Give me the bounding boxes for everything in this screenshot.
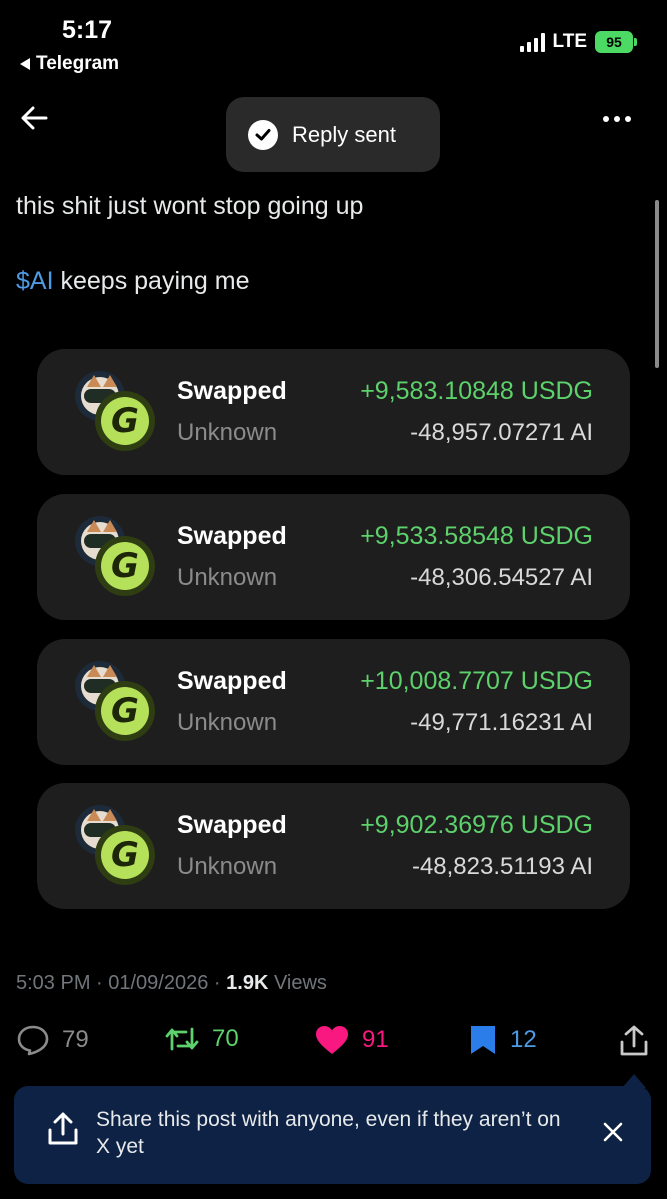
swap-amount-out: -49,771.16231 AI (410, 709, 593, 736)
swap-title: Swapped (177, 377, 287, 405)
post-timestamp[interactable]: 5:03 PM · 01/09/2026 · (16, 972, 226, 994)
share-banner-text: Share this post with anyone, even if the… (96, 1108, 561, 1158)
swap-amount-out: -48,306.54527 AI (410, 564, 593, 591)
views-label: Views (268, 972, 327, 994)
post-text-line2-rest: keeps paying me (53, 267, 250, 295)
swap-subtitle: Unknown (177, 564, 278, 591)
repost-icon (165, 1027, 199, 1051)
usdg-token-icon: G (95, 825, 155, 885)
swap-amount-in: +9,533.58548 USDG (360, 522, 593, 550)
reply-sent-toast: Reply sent (226, 97, 440, 172)
swap-title: Swapped (177, 522, 287, 550)
scrollbar[interactable] (655, 200, 659, 368)
reply-icon (17, 1025, 49, 1056)
usdg-token-icon: G (95, 391, 155, 451)
bookmark-button[interactable]: 12 (468, 1024, 537, 1056)
share-banner: Share this post with anyone, even if the… (14, 1086, 651, 1184)
like-count: 91 (362, 1026, 389, 1053)
share-button[interactable] (618, 1024, 650, 1058)
signal-icon (519, 32, 545, 52)
status-indicators: LTE 95 (519, 31, 637, 53)
bookmark-count: 12 (510, 1026, 537, 1053)
swap-amount-in: +9,902.36976 USDG (360, 811, 593, 839)
swap-subtitle: Unknown (177, 853, 278, 880)
reply-button[interactable]: 79 (16, 1024, 89, 1056)
swap-title: Swapped (177, 667, 287, 695)
more-icon[interactable] (597, 104, 637, 134)
swap-card: G Swapped Unknown +9,533.58548 USDG -48,… (37, 494, 630, 620)
post-meta: 5:03 PM · 01/09/2026 · 1.9K Views (16, 972, 327, 995)
swap-card: G Swapped Unknown +9,583.10848 USDG -48,… (37, 349, 630, 475)
swap-amount-out: -48,823.51193 AI (411, 853, 593, 880)
network-label: LTE (552, 31, 587, 52)
reply-count: 79 (62, 1026, 89, 1053)
swap-amount-out: -48,957.07271 AI (410, 419, 593, 446)
swap-title: Swapped (177, 811, 287, 839)
back-app-label: Telegram (36, 53, 120, 74)
like-button[interactable]: 91 (314, 1024, 389, 1056)
repost-count: 70 (212, 1025, 239, 1052)
back-arrow-icon[interactable] (16, 100, 52, 136)
share-icon (48, 1112, 78, 1145)
post-text-line2: $AI keeps paying me (16, 267, 249, 296)
swap-amount-in: +10,008.7707 USDG (360, 667, 593, 695)
swap-card: G Swapped Unknown +10,008.7707 USDG -49,… (37, 639, 630, 765)
status-time: 5:17 (62, 16, 113, 44)
swap-card: G Swapped Unknown +9,902.36976 USDG -48,… (37, 783, 630, 909)
bookmark-icon (471, 1026, 495, 1054)
swap-subtitle: Unknown (177, 709, 278, 736)
repost-button[interactable]: 70 (164, 1024, 239, 1054)
usdg-token-icon: G (95, 681, 155, 741)
battery-icon: 95 (595, 31, 637, 53)
back-triangle-icon (20, 58, 30, 70)
usdg-token-icon: G (95, 536, 155, 596)
swap-amount-in: +9,583.10848 USDG (360, 377, 593, 405)
cashtag-link[interactable]: $AI (16, 267, 54, 295)
close-icon[interactable] (601, 1120, 625, 1144)
toast-text: Reply sent (292, 121, 396, 147)
share-icon (620, 1025, 648, 1056)
check-icon (248, 119, 278, 150)
battery-level: 95 (606, 34, 622, 50)
post-text-line1: this shit just wont stop going up (16, 192, 364, 220)
back-to-app-button[interactable]: Telegram (20, 53, 119, 75)
views-count: 1.9K (226, 972, 269, 994)
like-icon (316, 1026, 348, 1054)
swap-subtitle: Unknown (177, 419, 278, 446)
